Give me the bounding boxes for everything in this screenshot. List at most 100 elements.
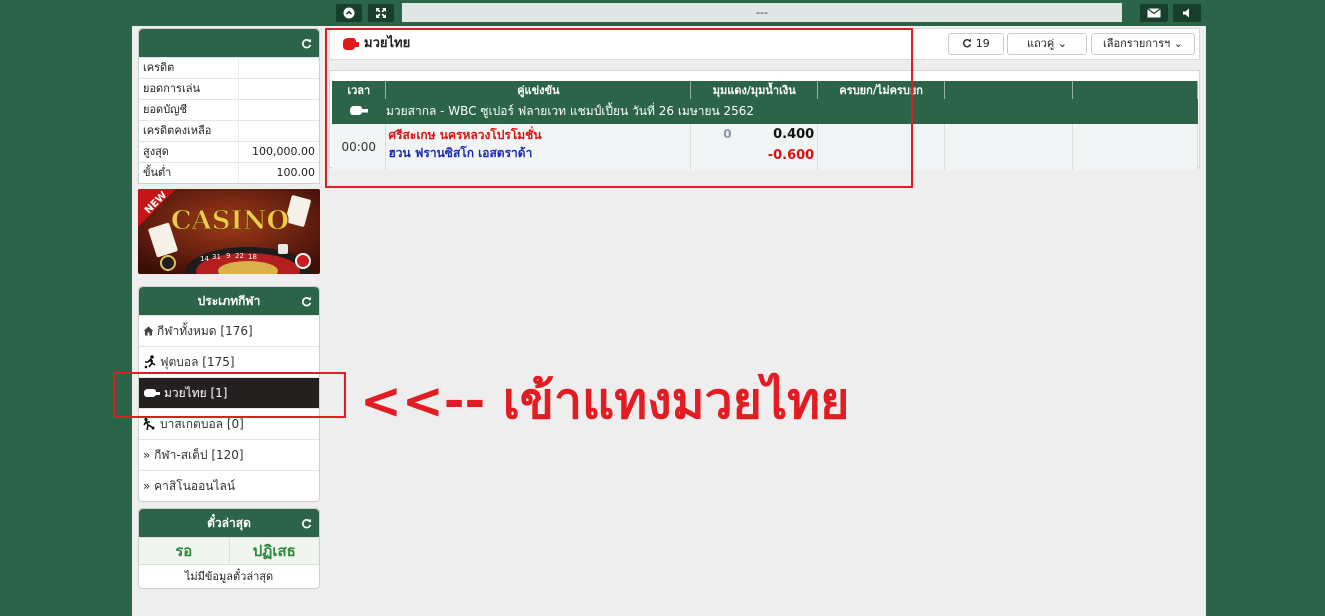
annotation-callout: <<-- เข้าแทงมวยไทย bbox=[360, 372, 850, 430]
announcement-marquee: --- bbox=[402, 3, 1122, 22]
casino-banner[interactable]: NEW CASINO 14 31 9 22 18 bbox=[138, 189, 320, 274]
tickets-panel-title: ตั๋วล่าสุด bbox=[207, 516, 251, 530]
refresh-icon[interactable] bbox=[299, 287, 313, 315]
latest-tickets-panel: ตั๋วล่าสุด รอ ปฏิเสธ ไม่มีข้อมูลตั๋วล่าส… bbox=[138, 508, 320, 589]
banner-roulette-number: 14 bbox=[200, 255, 209, 263]
red-boxing-glove-icon bbox=[343, 38, 359, 50]
refresh-count-button[interactable]: 19 bbox=[948, 33, 1004, 55]
sports-panel-header: ประเภทกีฬา bbox=[139, 287, 319, 315]
credit-label: สูงสุด bbox=[139, 142, 239, 162]
banner-roulette-number: 18 bbox=[248, 253, 257, 261]
sidebar-item-muay-thai[interactable]: มวยไทย [1] bbox=[139, 377, 319, 408]
sidebar-item-label: บาสเกตบอล [0] bbox=[160, 416, 244, 431]
credit-row: ยอดการเล่น bbox=[139, 78, 319, 99]
odds-home-price[interactable]: 0.400 bbox=[773, 127, 814, 142]
credit-value: 100.00 bbox=[276, 166, 316, 179]
match-time: 00:00 bbox=[332, 124, 387, 170]
mail-icon[interactable] bbox=[1140, 4, 1168, 22]
credit-label: ยอดการเล่น bbox=[139, 79, 239, 99]
league-row: มวยสากล - WBC ซูเปอร์ ฟลายเวท แชมป์เปี้ย… bbox=[332, 99, 1198, 124]
odds-rounds-cell bbox=[817, 124, 946, 170]
banner-roulette-number: 31 bbox=[212, 253, 221, 261]
select-events-label: เลือกรายการฯ bbox=[1103, 37, 1171, 50]
sidebar-item-all-sports[interactable]: กีฬาทั้งหมด [176] bbox=[139, 315, 319, 346]
chevron-down-icon: ⌄ bbox=[1057, 37, 1067, 50]
credit-label: ยอดบัญชี bbox=[139, 100, 239, 120]
odds-extra-cell bbox=[1072, 124, 1198, 170]
sidebar-item-label: ฟุตบอล [175] bbox=[160, 354, 235, 369]
casino-banner-graphic: NEW CASINO 14 31 9 22 18 bbox=[138, 189, 320, 274]
sports-category-panel: ประเภทกีฬา กีฬาทั้งหมด [176] ฟุตบอล [175… bbox=[138, 286, 320, 502]
ticket-tabs: รอ ปฏิเสธ bbox=[139, 537, 319, 564]
sidebar-item-label: » คาสิโนออนไลน์ bbox=[143, 478, 236, 493]
team-home[interactable]: ศรีสะเกษ นครหลวงโปรโมชั่น bbox=[386, 124, 690, 144]
credit-row: ขั้นต่ำ 100.00 bbox=[139, 162, 319, 183]
credit-panel: เครดิต ยอดการเล่น ยอดบัญชี เครดิตคงเหลือ… bbox=[138, 28, 320, 184]
column-header-red-blue: มุมแดง/มุมน้ำเงิน bbox=[690, 81, 819, 99]
column-header-time: เวลา bbox=[332, 81, 387, 99]
sidebar-item-label: มวยไทย [1] bbox=[164, 385, 228, 400]
team-away[interactable]: ฮวน ฟรานซิสโก เอสตราด้า bbox=[386, 144, 690, 164]
sidebar-item-basketball[interactable]: บาสเกตบอล [0] bbox=[139, 408, 319, 439]
sports-panel-title: ประเภทกีฬา bbox=[197, 294, 261, 308]
top-bar: --- bbox=[132, 0, 1206, 26]
credit-row: ยอดบัญชี bbox=[139, 99, 319, 120]
odds-table: เวลา คู่แข่งขัน มุมแดง/มุมน้ำเงิน ครบยก/… bbox=[332, 81, 1198, 170]
credit-value bbox=[239, 121, 319, 141]
boxing-glove-icon bbox=[349, 105, 368, 115]
chevron-up-icon[interactable] bbox=[336, 4, 362, 22]
home-icon bbox=[143, 326, 154, 336]
credit-value bbox=[239, 79, 319, 99]
credit-row: เครดิตคงเหลือ bbox=[139, 120, 319, 141]
match-teams: ศรีสะเกษ นครหลวงโปรโมชั่น ฮวน ฟรานซิสโก … bbox=[385, 124, 692, 170]
tickets-panel-header: ตั๋วล่าสุด bbox=[139, 509, 319, 537]
sidebar-item-step-parlay[interactable]: » กีฬา-สเต็ป [120] bbox=[139, 439, 319, 470]
main-header: มวยไทย 19 แถวคู่ ⌄ เลือกรายการฯ ⌄ bbox=[329, 28, 1200, 60]
column-header-match: คู่แข่งขัน bbox=[385, 81, 692, 99]
page-title-text: มวยไทย bbox=[364, 36, 411, 51]
credit-value bbox=[239, 58, 319, 78]
tab-waiting[interactable]: รอ bbox=[139, 538, 230, 564]
sidebar-item-football[interactable]: ฟุตบอล [175] bbox=[139, 346, 319, 377]
credit-row: สูงสุด 100,000.00 bbox=[139, 141, 319, 162]
odds-extra-cell bbox=[944, 124, 1074, 170]
view-mode-label: แถวคู่ bbox=[1026, 37, 1055, 50]
speaker-icon[interactable] bbox=[1173, 4, 1201, 22]
basketball-player-icon bbox=[143, 417, 155, 431]
sidebar-item-label: กีฬาทั้งหมด [176] bbox=[157, 323, 253, 338]
table-header-row: เวลา คู่แข่งขัน มุมแดง/มุมน้ำเงิน ครบยก/… bbox=[332, 81, 1198, 99]
view-mode-dropdown[interactable]: แถวคู่ ⌄ bbox=[1007, 33, 1087, 55]
runner-icon bbox=[144, 355, 156, 369]
column-header-extra bbox=[1072, 81, 1198, 99]
banner-roulette-number: 22 bbox=[235, 252, 244, 260]
tab-rejected[interactable]: ปฏิเสธ bbox=[229, 538, 319, 564]
odds-table-container: เวลา คู่แข่งขัน มุมแดง/มุมน้ำเงิน ครบยก/… bbox=[329, 70, 1200, 170]
chevron-down-icon: ⌄ bbox=[1173, 37, 1183, 50]
league-name: มวยสากล - WBC ซูเปอร์ ฟลายเวท แชมป์เปี้ย… bbox=[385, 99, 1198, 124]
credit-row: เครดิต bbox=[139, 57, 319, 78]
credit-panel-header bbox=[139, 29, 319, 57]
expand-icon[interactable] bbox=[368, 4, 394, 22]
tickets-empty-message: ไม่มีข้อมูลตั๋วล่าสุด bbox=[139, 564, 319, 588]
credit-value: 100,000.00 bbox=[252, 145, 315, 158]
credit-label: เครดิต bbox=[139, 58, 239, 78]
table-row: 00:00 ศรีสะเกษ นครหลวงโปรโมชั่น ฮวน ฟราน… bbox=[332, 124, 1198, 170]
refresh-icon[interactable] bbox=[299, 509, 313, 537]
refresh-icon[interactable] bbox=[299, 29, 313, 57]
credit-label: ขั้นต่ำ bbox=[139, 163, 239, 183]
sidebar-item-label: » กีฬา-สเต็ป [120] bbox=[143, 447, 244, 462]
boxing-glove-icon bbox=[144, 389, 160, 397]
column-header-extra bbox=[944, 81, 1074, 99]
page-title: มวยไทย bbox=[342, 29, 410, 59]
odds-red-blue-cell: 0 0.400 -0.600 bbox=[690, 124, 819, 170]
app-window: --- เครดิต ยอดการเล่น ยอดบัญชี เครดิตคงเ… bbox=[132, 0, 1206, 616]
odds-away-price[interactable]: -0.600 bbox=[768, 148, 815, 163]
banner-title: CASINO bbox=[171, 206, 289, 236]
league-icon-cell bbox=[332, 99, 386, 124]
select-events-dropdown[interactable]: เลือกรายการฯ ⌄ bbox=[1091, 33, 1195, 55]
banner-roulette-number: 9 bbox=[226, 252, 230, 260]
sidebar-item-online-casino[interactable]: » คาสิโนออนไลน์ bbox=[139, 470, 319, 501]
handicap-value: 0 bbox=[723, 127, 732, 141]
refresh-count: 19 bbox=[975, 37, 990, 50]
credit-label: เครดิตคงเหลือ bbox=[139, 121, 239, 141]
